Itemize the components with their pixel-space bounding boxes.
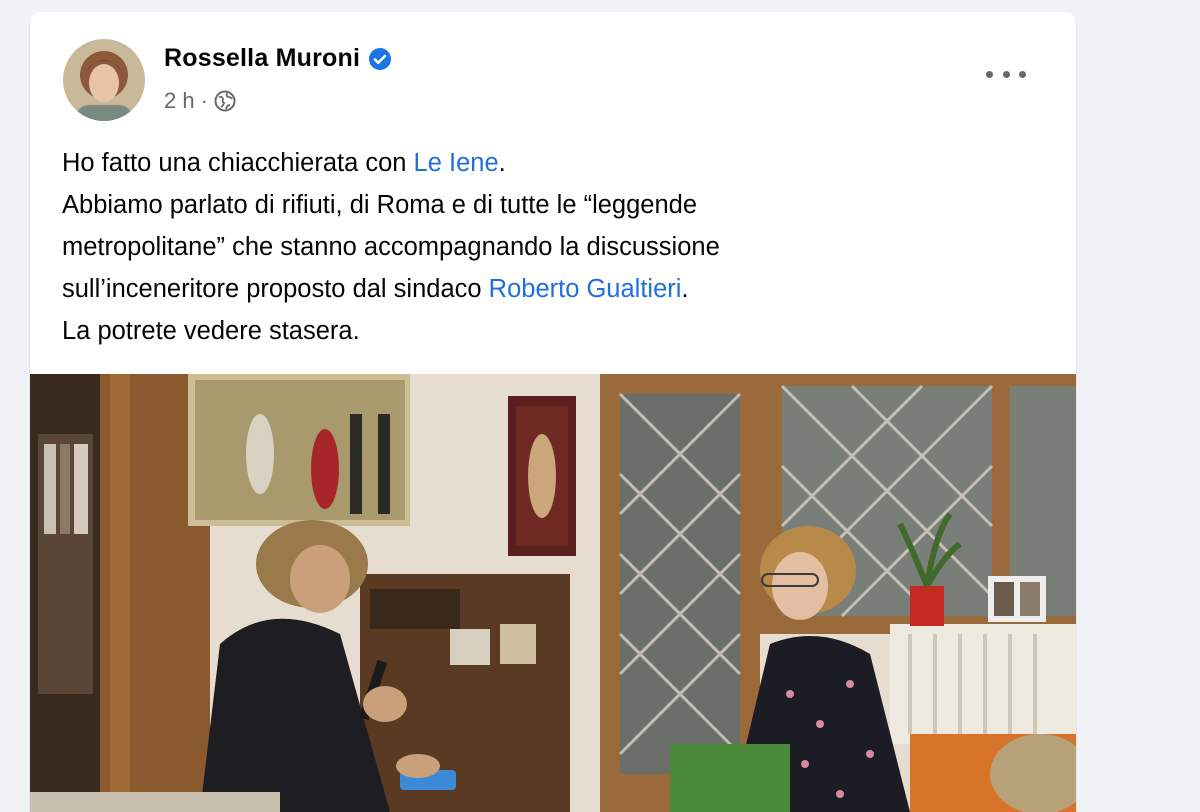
post-text-line: sull’inceneritore proposto dal sindaco R… [62, 268, 1042, 310]
text-segment: . [681, 275, 689, 303]
text-segment: Ho fatto una chiacchierata con [62, 149, 414, 177]
post-time[interactable]: 2 h [164, 88, 195, 114]
author-avatar[interactable] [63, 39, 145, 121]
author-name-row: Rossella Muroni [164, 44, 392, 73]
text-segment: . [498, 149, 506, 177]
post-text-line: metropolitane” che stanno accompagnando … [62, 233, 720, 261]
post-photo[interactable] [30, 374, 1076, 812]
post-card: Rossella Muroni 2 h · Ho fatto una chiac… [30, 12, 1076, 812]
meta-separator: · [200, 88, 208, 113]
more-dot [1019, 70, 1026, 78]
mention-le-iene[interactable]: Le Iene [414, 149, 499, 177]
globe-icon [214, 90, 236, 112]
verified-badge-icon [368, 47, 392, 71]
post-text-line: La potrete vedere stasera. [62, 317, 360, 345]
more-dot [1002, 70, 1010, 78]
more-dot [986, 70, 993, 78]
text-segment: sull’inceneritore proposto dal sindaco [62, 275, 489, 303]
post-text-line: Abbiamo parlato di rifiuti, di Roma e di… [62, 191, 698, 219]
post-text: Ho fatto una chiacchierata con Le Iene. … [62, 142, 1042, 352]
post-text-line: Ho fatto una chiacchierata con Le Iene. [62, 142, 1042, 184]
more-options-icon[interactable] [986, 62, 1026, 86]
mention-roberto-gualtieri[interactable]: Roberto Gualtieri [489, 275, 682, 303]
post-meta: 2 h · [164, 88, 236, 114]
author-name[interactable]: Rossella Muroni [164, 44, 360, 73]
